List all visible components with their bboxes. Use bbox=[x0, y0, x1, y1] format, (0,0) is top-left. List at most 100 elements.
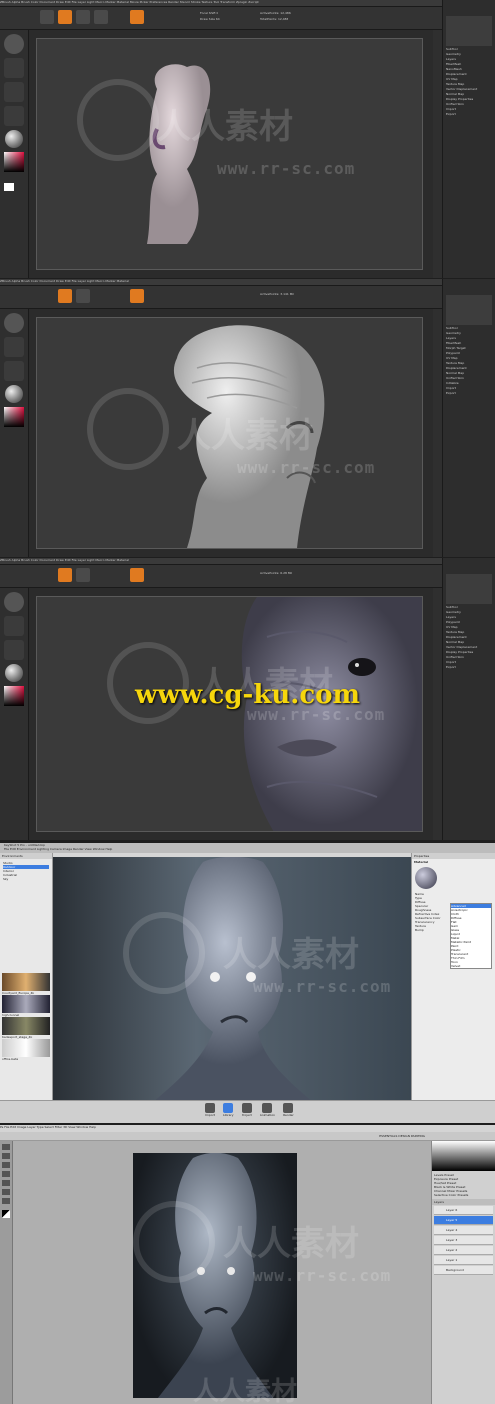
keyshot-window: KeyShot 5 Pro - untitled.bip File Edit E… bbox=[0, 843, 495, 1123]
draw-button[interactable] bbox=[58, 289, 72, 303]
draw-button[interactable] bbox=[58, 10, 72, 24]
texture-icon[interactable] bbox=[4, 106, 24, 126]
layer-row[interactable]: Layer 5 bbox=[434, 1216, 493, 1225]
workspace-switcher[interactable]: ESSENTIALS DESIGN PAINTING bbox=[379, 1134, 425, 1138]
import-button[interactable]: Import bbox=[205, 1103, 215, 1117]
toolbar: ActivePoints: 6.28 Mil bbox=[0, 565, 495, 588]
scale-button[interactable] bbox=[94, 10, 108, 24]
animation-button[interactable]: Animation bbox=[260, 1103, 275, 1117]
adjustment-preset[interactable]: Selective Color Presets bbox=[434, 1193, 493, 1197]
menu-bar[interactable]: ZBrush Alpha Brush Color Document Draw E… bbox=[0, 0, 495, 7]
color-picker[interactable] bbox=[4, 407, 24, 427]
tool-thumbnail[interactable] bbox=[446, 295, 492, 325]
color-picker[interactable] bbox=[4, 152, 24, 172]
menu-bar[interactable]: Ps File Edit Image Layer Type Select Fil… bbox=[0, 1125, 495, 1132]
left-shelf bbox=[0, 309, 29, 557]
focal-shift-slider[interactable]: Focal Shift 0 bbox=[200, 11, 218, 15]
lasso-tool-icon[interactable] bbox=[2, 1162, 10, 1168]
watermark-ring bbox=[77, 79, 159, 161]
type-tool-icon[interactable] bbox=[2, 1198, 10, 1204]
tool-palette: SubTool Geometry Layers FiberMesh NanoMe… bbox=[442, 0, 495, 278]
crop-tool-icon[interactable] bbox=[2, 1171, 10, 1177]
document-canvas[interactable]: 人人素材 www.rr-sc.com bbox=[36, 596, 423, 832]
move-button[interactable] bbox=[76, 568, 90, 582]
move-button[interactable] bbox=[76, 10, 90, 24]
stroke-icon[interactable] bbox=[4, 58, 24, 78]
layer-row[interactable]: Layer 3 bbox=[434, 1236, 493, 1245]
material-type-dropdown[interactable]: Advanced Anisotropic Cloth Diffuse Flat … bbox=[450, 903, 492, 969]
adjustments-panel: Levels Preset Exposure Preset Hue/Sat Pr… bbox=[432, 1171, 495, 1199]
tool-menu-item[interactable]: Export bbox=[443, 665, 495, 670]
brush-icon[interactable] bbox=[4, 592, 24, 612]
document-canvas[interactable]: 人人素材 www.rr-sc.com bbox=[36, 38, 423, 270]
library-button[interactable]: Library bbox=[223, 1103, 234, 1117]
eraser-tool-icon[interactable] bbox=[2, 1189, 10, 1195]
zbrush-window-1: ZBrush Alpha Brush Color Document Draw E… bbox=[0, 0, 495, 278]
watermark-ring bbox=[87, 388, 169, 470]
menu-items[interactable]: File Edit Environment Lighting Camera Im… bbox=[0, 847, 495, 851]
watermark-url: www.rr-sc.com bbox=[253, 977, 392, 996]
material-icon[interactable] bbox=[5, 385, 23, 403]
properties-panel: Properties Material Name Type Diffuse Sp… bbox=[411, 853, 495, 1101]
active-points-readout: ActivePoints: 6.28 Mil bbox=[260, 571, 293, 575]
spray-stroke-icon[interactable] bbox=[4, 616, 24, 636]
tool-menu-item[interactable]: Export bbox=[443, 391, 495, 396]
brush-icon[interactable] bbox=[4, 313, 24, 333]
tool-thumbnail[interactable] bbox=[446, 574, 492, 604]
env-thumbnail[interactable] bbox=[2, 1039, 50, 1057]
material-preview-icon bbox=[415, 867, 437, 889]
zadd-button[interactable] bbox=[130, 289, 144, 303]
menu-bar: KeyShot 5 Pro - untitled.bip File Edit E… bbox=[0, 843, 495, 853]
edit-button[interactable] bbox=[40, 10, 54, 24]
move-tool-icon[interactable] bbox=[2, 1144, 10, 1150]
watermark-text: 人人素材 bbox=[193, 1377, 298, 1404]
watermark-text: 人人素材 bbox=[223, 935, 359, 975]
color-swatches-icon[interactable] bbox=[2, 1210, 10, 1218]
alien-head-base-mesh bbox=[147, 64, 211, 244]
zadd-button[interactable] bbox=[130, 10, 144, 24]
swatches-panel[interactable] bbox=[432, 1141, 495, 1171]
env-thumbnail[interactable] bbox=[2, 973, 50, 991]
stroke-icon[interactable] bbox=[4, 337, 24, 357]
draw-button[interactable] bbox=[58, 568, 72, 582]
watermark-ring bbox=[133, 1201, 215, 1283]
dropdown-option[interactable]: Velvet bbox=[451, 964, 491, 968]
env-thumbnails: Courtyard_Europe_4k high-tunnel Kadespor… bbox=[2, 973, 50, 1061]
library-panel: Environments Studio Outdoor Interior Ind… bbox=[0, 853, 53, 1101]
layer-row[interactable]: Layer 2 bbox=[434, 1246, 493, 1255]
menu-bar[interactable]: ZBrush Alpha Brush Color Document Draw E… bbox=[0, 558, 495, 565]
tool-menu-item[interactable]: Export bbox=[443, 112, 495, 117]
tool-thumbnail[interactable] bbox=[446, 16, 492, 46]
alpha-icon[interactable] bbox=[4, 640, 24, 660]
move-button[interactable] bbox=[76, 289, 90, 303]
library-tree: Studio Outdoor Interior Industrial Sky bbox=[0, 859, 52, 883]
draw-size-slider[interactable]: Draw Size 64 bbox=[200, 17, 220, 21]
tree-item[interactable]: Sky bbox=[3, 877, 49, 881]
material-tab[interactable]: Material bbox=[412, 859, 495, 865]
render-button[interactable]: Render bbox=[283, 1103, 294, 1117]
layer-row[interactable]: Layer 1 bbox=[434, 1256, 493, 1265]
site-watermark: www.cg-ku.com bbox=[134, 680, 361, 710]
watermark-url: www.rr-sc.com bbox=[237, 458, 376, 477]
total-points-readout: TotalPoints: 12,486 bbox=[260, 17, 289, 21]
menu-bar[interactable]: ZBrush Alpha Brush Color Document Draw E… bbox=[0, 279, 495, 286]
layer-row[interactable]: Layer 4 bbox=[434, 1226, 493, 1235]
alpha-icon[interactable] bbox=[4, 361, 24, 381]
main-color-swatch[interactable] bbox=[4, 183, 14, 191]
env-thumbnail[interactable] bbox=[2, 995, 50, 1013]
marquee-tool-icon[interactable] bbox=[2, 1153, 10, 1159]
render-viewport[interactable]: 人人素材 www.rr-sc.com bbox=[53, 857, 411, 1101]
material-icon[interactable] bbox=[5, 130, 23, 148]
env-thumbnail[interactable] bbox=[2, 1017, 50, 1035]
alpha-icon[interactable] bbox=[4, 82, 24, 102]
watermark-ring bbox=[123, 912, 205, 994]
layer-row[interactable]: Background bbox=[434, 1266, 493, 1275]
layer-row[interactable]: Layer 6 bbox=[434, 1206, 493, 1215]
project-button[interactable]: Project bbox=[242, 1103, 252, 1117]
document-canvas[interactable]: 人人素材 www.rr-sc.com bbox=[36, 317, 423, 549]
tool-palette: SubTool Geometry Layers FiberMesh Morph … bbox=[442, 279, 495, 557]
standard-brush-icon[interactable] bbox=[4, 34, 24, 54]
layers-panel-title[interactable]: Layers bbox=[432, 1199, 495, 1205]
brush-tool-icon[interactable] bbox=[2, 1180, 10, 1186]
rgb-button[interactable] bbox=[130, 568, 144, 582]
